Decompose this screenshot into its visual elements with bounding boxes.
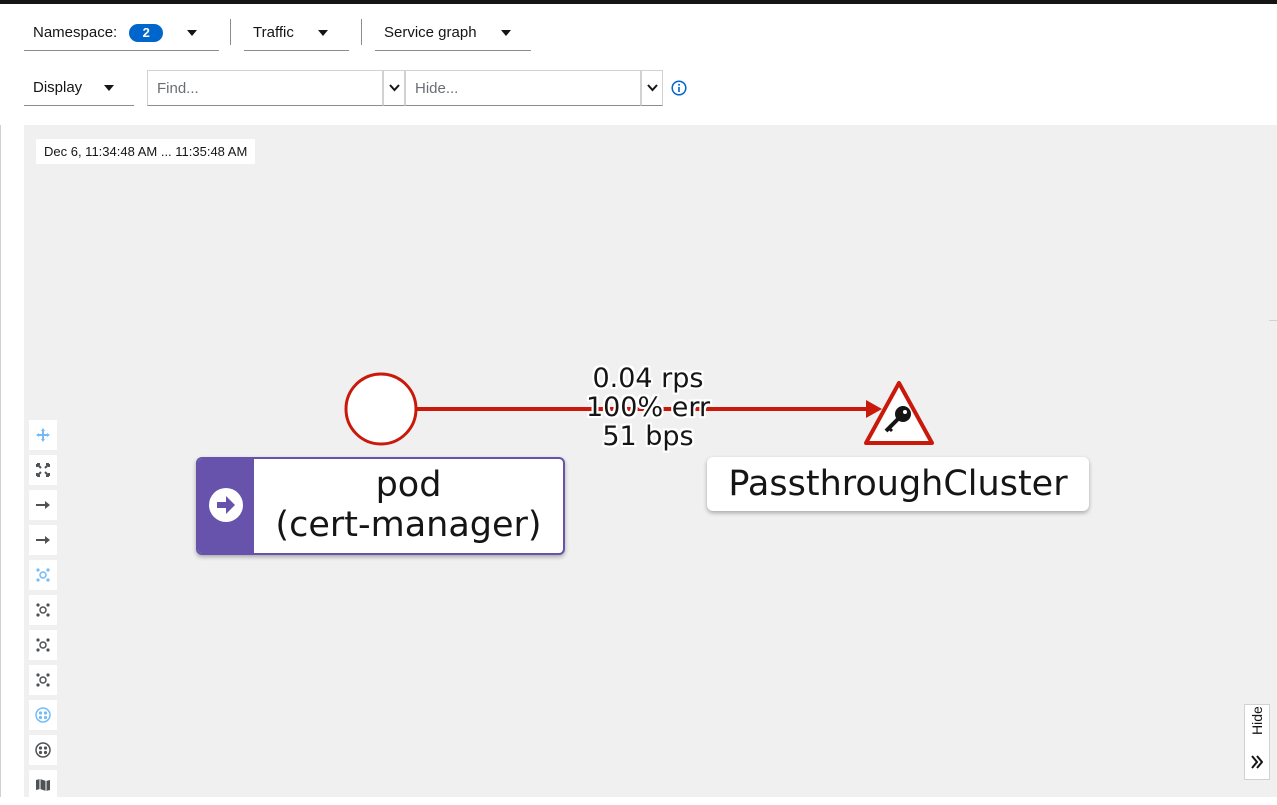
passthrough-node-triangle[interactable]	[864, 381, 934, 445]
target-node-label[interactable]: PassthroughCluster	[707, 457, 1089, 511]
source-node-text: pod (cert-manager)	[254, 465, 563, 545]
graph-toolbar	[29, 420, 57, 805]
edge-label-rps: 0.04 rps	[592, 363, 704, 394]
layout-tb-icon[interactable]	[29, 525, 57, 555]
layout-cose-icon[interactable]	[29, 630, 57, 660]
layout-lr-icon[interactable]	[29, 490, 57, 520]
layout-cola-icon[interactable]	[29, 560, 57, 590]
edge-label-err: 100% err	[585, 392, 711, 423]
edge-label-bps: 51 bps	[602, 421, 694, 452]
map-icon[interactable]	[29, 770, 57, 800]
source-node-label[interactable]: pod (cert-manager)	[196, 457, 565, 555]
arrow-circle-right-icon	[209, 488, 243, 522]
legend-group-icon[interactable]	[29, 735, 57, 765]
workload-badge	[198, 459, 254, 553]
source-node-namespace: (cert-manager)	[275, 505, 542, 545]
layout-dagre-icon[interactable]	[29, 595, 57, 625]
namespace-box-icon[interactable]	[29, 700, 57, 730]
source-node-circle[interactable]	[344, 372, 418, 446]
hide-label: Hide	[1249, 706, 1265, 735]
fit-icon[interactable]	[29, 455, 57, 485]
layout-grid-icon[interactable]	[29, 665, 57, 695]
pan-icon[interactable]	[29, 420, 57, 450]
hide-side-panel-button[interactable]: Hide	[1244, 704, 1270, 780]
source-node-name: pod	[375, 465, 442, 505]
double-chevron-right-icon	[1251, 755, 1263, 769]
